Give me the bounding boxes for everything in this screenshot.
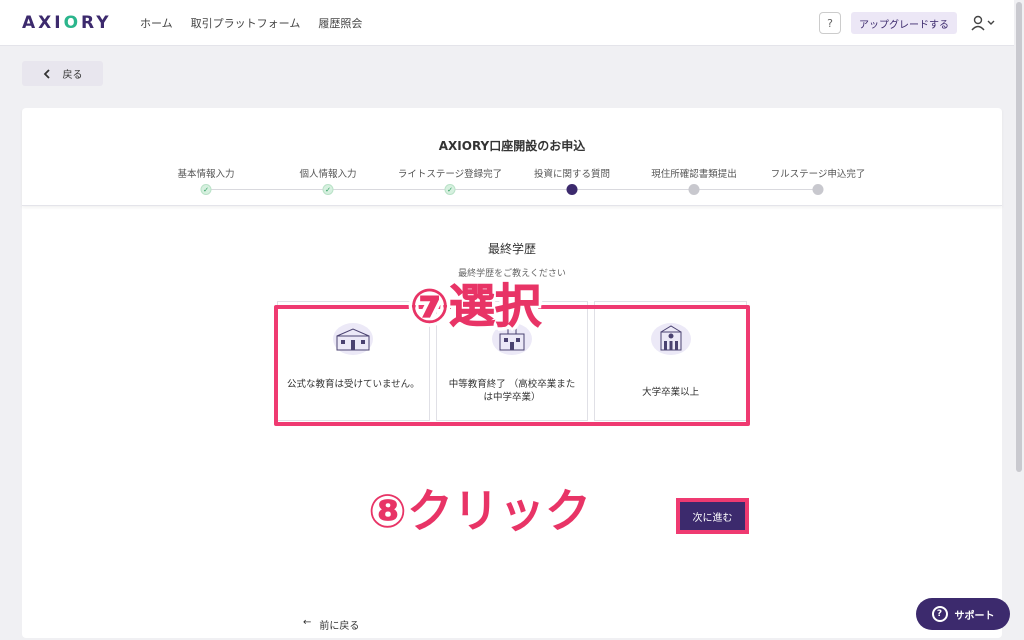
step-done-check-icon: ✓ [322, 184, 334, 195]
arrow-left-icon: ← [303, 617, 312, 628]
chevron-left-icon [43, 68, 50, 79]
step-connector [572, 189, 694, 190]
step-done-check-icon: ✓ [200, 184, 212, 195]
annotation-select: ⑦選択 [410, 279, 542, 334]
progress-stepper: 基本情報入力 個人情報入力 ライトステージ登録完了 投資に関する質問 現住所確認… [22, 108, 1002, 206]
scrollbar[interactable] [1014, 0, 1024, 640]
annotation-click: ⑧クリック [368, 484, 591, 538]
step-label: 基本情報入力 [177, 169, 235, 180]
step-label: ライトステージ登録完了 [397, 169, 503, 180]
prev-label: 前に戻る [319, 621, 360, 632]
step-label: 投資に関する質問 [533, 169, 610, 180]
step-label: フルステージ申込完了 [770, 169, 866, 180]
step-connector [450, 189, 572, 190]
step-connector [328, 189, 450, 190]
nav-trading-platform[interactable]: 取引プラットフォーム [191, 15, 301, 31]
support-button[interactable]: ? サポート [916, 598, 1010, 630]
scrollbar-thumb[interactable] [1016, 2, 1022, 472]
nav-home[interactable]: ホーム [140, 15, 173, 31]
step-pending-dot [812, 184, 824, 195]
top-header: AXIORY ホーム 取引プラットフォーム 履歴照会 ? アップグレードする [0, 0, 1024, 46]
card-header: AXIORY口座開設のお申込 基本情報入力 個人情報入力 ライトステージ登録完了… [22, 108, 1002, 206]
back-label: 戻る [62, 70, 83, 81]
axiory-logo[interactable]: AXIORY [22, 13, 112, 33]
support-question-icon: ? [931, 606, 948, 622]
main-nav: ホーム 取引プラットフォーム 履歴照会 [140, 15, 362, 31]
back-button[interactable]: 戻る [22, 61, 103, 86]
step-connector [694, 189, 818, 190]
step-connector [206, 189, 328, 190]
prev-link[interactable]: ← 前に戻る [303, 617, 359, 632]
question-title: 最終学歴 [487, 242, 536, 256]
step-done-check-icon: ✓ [444, 184, 456, 195]
user-menu[interactable] [970, 14, 998, 32]
step-label: 現住所確認書類提出 [651, 169, 737, 180]
help-button[interactable]: ? [819, 12, 841, 34]
next-button[interactable]: 次に進む [676, 498, 749, 534]
nav-history[interactable]: 履歴照会 [318, 15, 362, 31]
question-icon: ? [827, 16, 833, 30]
step-pending-dot [688, 184, 700, 195]
upgrade-button[interactable]: アップグレードする [851, 12, 957, 34]
step-active-dot [566, 184, 578, 195]
step-label: 個人情報入力 [299, 169, 357, 180]
user-icon [971, 15, 995, 31]
support-label: サポート [954, 610, 995, 622]
